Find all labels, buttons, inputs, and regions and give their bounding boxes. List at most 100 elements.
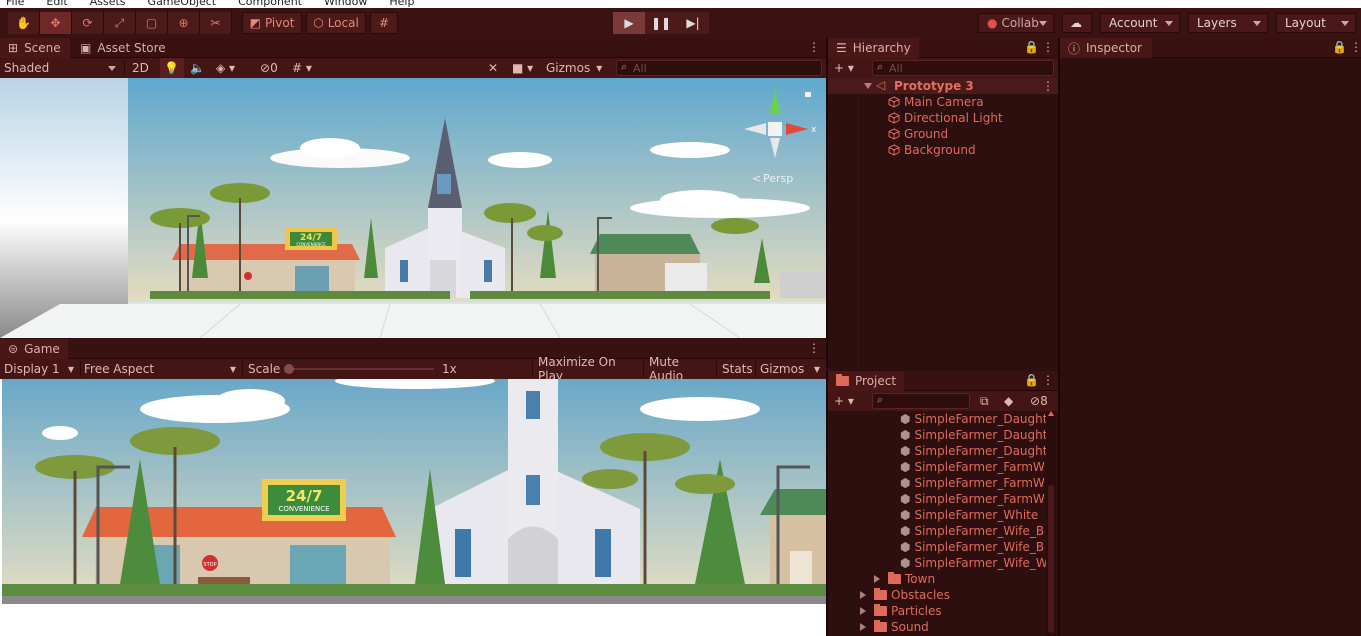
menu-help[interactable]: Help: [389, 0, 414, 8]
tab-inspector[interactable]: ⓘ Inspector: [1060, 38, 1152, 58]
menu-edit[interactable]: Edit: [46, 0, 67, 8]
stats-toggle[interactable]: Stats: [718, 359, 754, 379]
hierarchy-item[interactable]: Main Camera: [888, 94, 984, 110]
scene-viewport[interactable]: 24/7 CONVENIENCE y x < Persp: [0, 78, 826, 338]
lock-icon[interactable]: [805, 92, 811, 97]
folder-item[interactable]: Particles: [860, 603, 942, 619]
asset-item[interactable]: ⬢ SimpleFarmer_FarmW: [900, 459, 1045, 475]
scale-slider-handle[interactable]: [284, 364, 294, 374]
asset-item[interactable]: ⬢ SimpleFarmer_Wife_W: [900, 555, 1046, 571]
local-toggle-button[interactable]: ⬡ Local: [306, 12, 366, 34]
camera-settings-dropdown[interactable]: ■ ▾: [508, 58, 540, 78]
collab-dropdown[interactable]: ● Collab: [978, 13, 1054, 33]
scale-slider-track[interactable]: [288, 368, 434, 370]
expand-arrow-icon[interactable]: [860, 623, 866, 631]
asset-item[interactable]: ⬢ SimpleFarmer_Daught: [900, 411, 1046, 427]
shading-mode-dropdown[interactable]: Shaded: [0, 58, 122, 78]
hierarchy-item[interactable]: Ground: [888, 126, 948, 142]
hierarchy-item[interactable]: Background: [888, 142, 976, 158]
asset-item[interactable]: ⬢ SimpleFarmer_Daught: [900, 443, 1046, 459]
tab-hierarchy[interactable]: ☰ Hierarchy: [828, 38, 919, 58]
layout-dropdown[interactable]: Layout: [1276, 13, 1356, 33]
grid-icon: #: [378, 16, 390, 30]
display-dropdown[interactable]: Display 1 ▾: [0, 359, 78, 379]
folder-item[interactable]: Sound: [860, 619, 929, 635]
hierarchy-item[interactable]: Directional Light: [888, 110, 1003, 126]
hidden-packages-toggle[interactable]: ⊘ 8: [1026, 391, 1056, 411]
scale-tool-button[interactable]: ⤢: [104, 12, 136, 34]
mute-audio-toggle[interactable]: Mute Audio: [645, 355, 715, 383]
search-by-type-button[interactable]: ⧉: [976, 391, 996, 411]
menu-window[interactable]: Window: [324, 0, 367, 8]
scene-search-input[interactable]: All: [616, 60, 822, 76]
menu-component[interactable]: Component: [238, 0, 302, 8]
play-button[interactable]: ▶: [613, 12, 645, 34]
cloud-button[interactable]: ☁: [1062, 13, 1092, 33]
pause-button[interactable]: ❚❚: [645, 12, 677, 34]
create-asset-dropdown[interactable]: + ▾: [830, 391, 862, 411]
tab-game[interactable]: ⊜ Game: [0, 339, 68, 359]
account-dropdown[interactable]: Account: [1100, 13, 1180, 33]
rotate-tool-button[interactable]: ⟳: [72, 12, 104, 34]
step-button[interactable]: ▶|: [677, 12, 709, 34]
asset-item[interactable]: ⬢ SimpleFarmer_Daught: [900, 427, 1046, 443]
asset-item[interactable]: ⬢ SimpleFarmer_FarmW: [900, 491, 1045, 507]
asset-item[interactable]: ⬢ SimpleFarmer_Wife_B: [900, 539, 1044, 555]
menu-assets[interactable]: Assets: [90, 0, 126, 8]
custom-tool-button[interactable]: ✂: [200, 12, 232, 34]
tab-asset-store[interactable]: ▣ Asset Store: [72, 38, 174, 58]
lighting-toggle-button[interactable]: 💡: [160, 58, 184, 78]
tools-icon: ✂: [210, 16, 221, 30]
effects-dropdown[interactable]: ◈ ▾: [212, 58, 252, 78]
search-by-label-button[interactable]: ◆: [1000, 391, 1020, 411]
lock-icon[interactable]: 🔒: [1024, 40, 1039, 54]
hierarchy-menu-icon[interactable]: ⋮: [1042, 40, 1054, 54]
hidden-objects-toggle[interactable]: ⊘ 0: [256, 58, 286, 78]
scene-menu-icon[interactable]: ⋮: [808, 40, 820, 54]
project-menu-icon[interactable]: ⋮: [1042, 373, 1054, 387]
game-menu-icon[interactable]: ⋮: [808, 341, 820, 355]
asset-item[interactable]: ⬢ SimpleFarmer_Wife_B: [900, 523, 1044, 539]
pivot-toggle-button[interactable]: ◩ Pivot: [242, 12, 302, 34]
scroll-up-icon[interactable]: [1048, 411, 1054, 416]
hand-tool-button[interactable]: ✋: [8, 12, 40, 34]
grid-visibility-dropdown[interactable]: # ▾: [288, 58, 328, 78]
expand-arrow-icon[interactable]: [860, 607, 866, 615]
asset-item[interactable]: ⬢ SimpleFarmer_FarmW: [900, 475, 1045, 491]
expand-arrow-icon[interactable]: [860, 591, 866, 599]
layers-dropdown[interactable]: Layers: [1188, 13, 1268, 33]
rect-tool-button[interactable]: ▢: [136, 12, 168, 34]
folder-item[interactable]: Obstacles: [860, 587, 950, 603]
menu-gameobject[interactable]: GameObject: [148, 0, 217, 8]
tab-scene[interactable]: ⊞ Scene: [0, 38, 70, 58]
asset-item[interactable]: ⬢ SimpleFarmer_White: [900, 507, 1038, 523]
project-search-input[interactable]: [872, 393, 970, 409]
maximize-on-play-toggle[interactable]: Maximize On Play: [534, 355, 642, 383]
folder-icon: [836, 374, 849, 386]
scene-row-menu-icon[interactable]: ⋮: [1042, 79, 1054, 93]
move-tool-button[interactable]: ✥: [40, 12, 72, 34]
2d-toggle-button[interactable]: 2D: [128, 58, 154, 78]
game-gizmos-dropdown[interactable]: Gizmos ▾: [756, 359, 824, 379]
lock-icon[interactable]: 🔒: [1332, 40, 1347, 54]
aspect-dropdown[interactable]: Free Aspect ▾: [80, 359, 240, 379]
transform-tool-button[interactable]: ⊕: [168, 12, 200, 34]
create-dropdown[interactable]: + ▾: [830, 58, 862, 78]
scrollbar-thumb[interactable]: [1048, 485, 1054, 633]
persp-label[interactable]: Persp: [763, 172, 793, 185]
hierarchy-search-input[interactable]: All: [872, 60, 1054, 76]
project-scrollbar[interactable]: [1046, 411, 1056, 636]
tab-project[interactable]: Project: [828, 371, 905, 391]
grid-snap-button[interactable]: #: [370, 12, 398, 34]
audio-toggle-button[interactable]: 🔈: [186, 58, 210, 78]
scene-gizmos-dropdown[interactable]: Gizmos ▾: [542, 58, 610, 78]
game-viewport[interactable]: 24/7 CONVENIENCE STOP: [0, 379, 826, 636]
menu-file[interactable]: File: [6, 0, 24, 8]
scene-root-row[interactable]: ◁ Prototype 3 ⋮: [828, 78, 1058, 94]
expand-arrow-icon[interactable]: [874, 575, 880, 583]
folder-item[interactable]: Town: [874, 571, 935, 587]
scene-tools-button[interactable]: ✕: [484, 58, 504, 78]
inspector-menu-icon[interactable]: ⋮: [1350, 40, 1361, 54]
expand-arrow-icon[interactable]: [864, 83, 872, 89]
lock-icon[interactable]: 🔒: [1024, 373, 1039, 387]
